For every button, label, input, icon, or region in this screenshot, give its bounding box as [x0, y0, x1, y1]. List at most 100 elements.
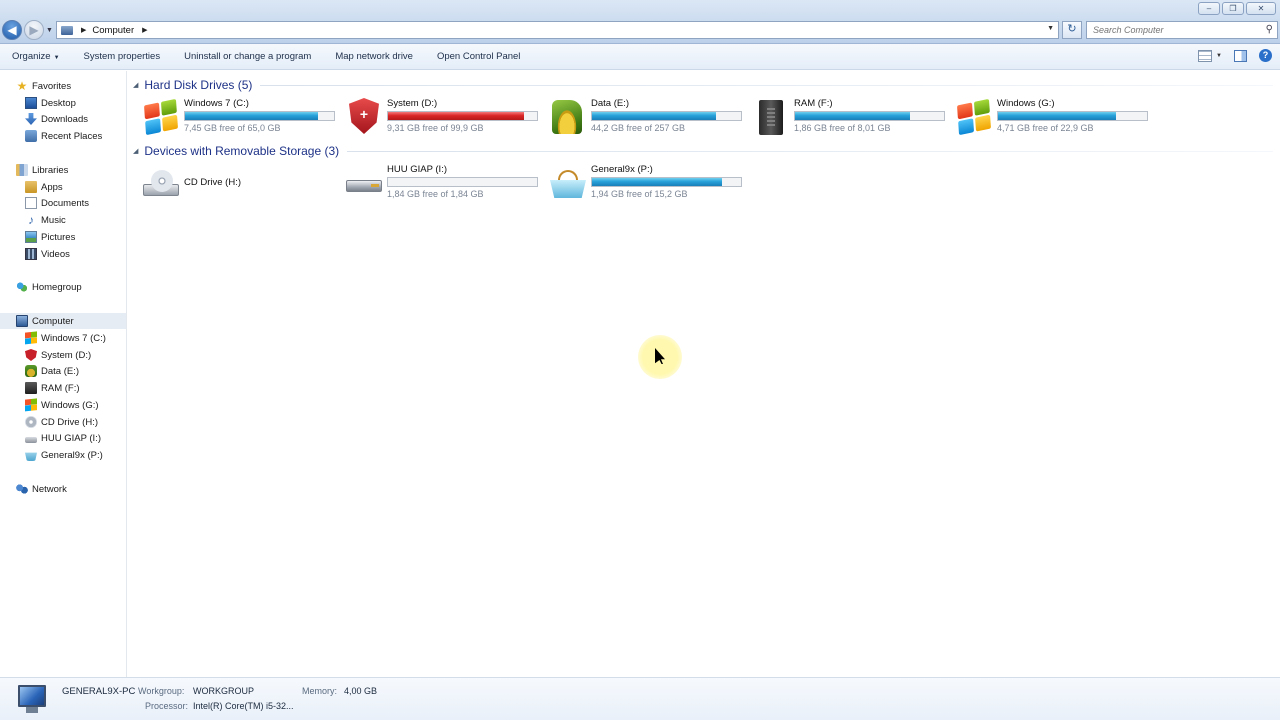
change-view-icon[interactable]: [1198, 49, 1213, 62]
nav-label: Data (E:): [41, 365, 80, 377]
drive-item-g[interactable]: Windows (G:) 4,71 GB free of 22,9 GB: [954, 98, 1154, 138]
nav-favorites[interactable]: ★ Favorites: [16, 78, 71, 94]
address-history-dropdown[interactable]: ▼: [1047, 25, 1054, 32]
group-title: Hard Disk Drives (5): [144, 78, 253, 92]
nav-computer[interactable]: Computer: [0, 313, 126, 329]
recent-pages-dropdown[interactable]: ▼: [46, 27, 53, 34]
breadcrumb-chevron-icon[interactable]: ▶: [142, 26, 147, 34]
computer-monitor-icon: [14, 685, 50, 715]
nav-homegroup[interactable]: Homegroup: [16, 279, 82, 295]
free-space-text: 7,45 GB free of 65,0 GB: [184, 123, 281, 133]
memory-label: Memory:: [302, 686, 338, 696]
nav-drive-e[interactable]: Data (E:): [25, 363, 79, 379]
star-icon: ★: [16, 79, 28, 93]
capacity-fill: [185, 112, 318, 120]
videos-icon: [25, 248, 37, 260]
nav-network[interactable]: Network: [16, 481, 67, 497]
view-options-dropdown[interactable]: ▼: [1216, 53, 1222, 59]
preview-pane-icon[interactable]: [1234, 49, 1247, 62]
back-button[interactable]: ◀: [2, 20, 22, 40]
system-properties-button[interactable]: System properties: [72, 51, 173, 62]
nav-label: CD Drive (H:): [41, 416, 98, 428]
workgroup-label: Workgroup:: [138, 686, 185, 696]
close-button[interactable]: ✕: [1246, 2, 1276, 15]
drive-item-f[interactable]: RAM (F:) 1,86 GB free of 8,01 GB: [751, 98, 951, 138]
nav-drive-g[interactable]: Windows (G:): [25, 397, 99, 413]
nav-drive-f[interactable]: RAM (F:): [25, 380, 80, 396]
drive-item-d[interactable]: + System (D:) 9,31 GB free of 99,9 GB: [344, 98, 544, 138]
basket-drive-icon: [548, 164, 586, 202]
usb-drive-icon: [344, 164, 382, 202]
nav-apps[interactable]: Apps: [25, 179, 63, 195]
windows-logo-icon: [25, 398, 37, 412]
ram-drive-icon: [751, 98, 789, 136]
uninstall-program-button[interactable]: Uninstall or change a program: [172, 51, 323, 62]
minimize-button[interactable]: –: [1198, 2, 1220, 15]
network-icon: [16, 483, 28, 495]
nav-recent-places[interactable]: Recent Places: [25, 128, 102, 144]
nav-drive-h[interactable]: CD Drive (H:): [25, 414, 98, 430]
maximize-button[interactable]: ❐: [1222, 2, 1244, 15]
windows-logo-icon: [954, 98, 992, 136]
group-hard-disk-drives[interactable]: ◢ Hard Disk Drives (5): [133, 78, 1273, 92]
refresh-button[interactable]: ↻: [1062, 21, 1082, 39]
capacity-bar: [794, 111, 945, 121]
nav-label: Network: [32, 483, 67, 495]
search-box[interactable]: ⚲: [1086, 21, 1278, 39]
processor-label: Processor:: [145, 701, 189, 711]
free-space-text: 1,86 GB free of 8,01 GB: [794, 123, 891, 133]
breadcrumb-computer[interactable]: Computer: [92, 25, 134, 36]
drive-item-e[interactable]: Data (E:) 44,2 GB free of 257 GB: [548, 98, 748, 138]
nav-documents[interactable]: Documents: [25, 195, 89, 211]
drive-item-c[interactable]: Windows 7 (C:) 7,45 GB free of 65,0 GB: [141, 98, 341, 138]
nav-drive-p[interactable]: General9x (P:): [25, 447, 103, 463]
drive-name: HUU GIAP (I:): [387, 164, 447, 175]
collapse-triangle-icon[interactable]: ◢: [133, 147, 138, 155]
nav-pictures[interactable]: Pictures: [25, 229, 75, 245]
drive-name: Windows (G:): [997, 98, 1055, 109]
nav-label: Apps: [41, 181, 63, 193]
nav-videos[interactable]: Videos: [25, 246, 70, 262]
open-control-panel-button[interactable]: Open Control Panel: [425, 51, 532, 62]
nav-label: Pictures: [41, 231, 76, 243]
processor-value: Intel(R) Core(TM) i5-32...: [193, 701, 294, 711]
nav-drive-d[interactable]: System (D:): [25, 347, 91, 363]
nav-label: Music: [41, 214, 66, 226]
music-note-icon: ♪: [28, 213, 34, 227]
drive-item-i[interactable]: HUU GIAP (I:) 1,84 GB free of 1,84 GB: [344, 164, 544, 204]
navigation-pane: ★ Favorites Desktop Downloads Recent Plac…: [0, 71, 127, 677]
recent-places-icon: [25, 130, 37, 142]
capacity-bar: [997, 111, 1148, 121]
map-network-drive-button[interactable]: Map network drive: [323, 51, 425, 62]
nav-music[interactable]: ♪ Music: [25, 212, 66, 228]
drive-item-p[interactable]: General9x (P:) 1,94 GB free of 15,2 GB: [548, 164, 748, 204]
nav-drive-c[interactable]: Windows 7 (C:): [25, 330, 106, 346]
breadcrumb-chevron-icon[interactable]: ▶: [81, 26, 86, 34]
windows-logo-icon: [25, 331, 37, 345]
nav-downloads[interactable]: Downloads: [25, 111, 88, 127]
pictures-icon: [25, 231, 37, 243]
search-input[interactable]: [1093, 25, 1253, 35]
nav-label: Windows (G:): [41, 399, 99, 411]
computer-icon: [61, 25, 73, 35]
computer-icon: [16, 315, 28, 327]
help-icon[interactable]: ?: [1259, 49, 1272, 62]
capacity-bar: [591, 177, 742, 187]
red-shield-icon: +: [344, 98, 382, 136]
forward-button[interactable]: ▶: [24, 20, 44, 40]
nav-label: General9x (P:): [41, 449, 103, 461]
drive-item-h[interactable]: CD Drive (H:): [141, 164, 341, 204]
address-bar[interactable]: ▶ Computer ▶ ▼: [56, 21, 1059, 39]
organize-menu[interactable]: Organize ▼: [0, 51, 72, 62]
divider: [347, 150, 1273, 152]
nav-desktop[interactable]: Desktop: [25, 95, 76, 111]
nav-drive-i[interactable]: HUU GIAP (I:): [25, 430, 101, 446]
nav-label: Homegroup: [32, 281, 82, 293]
group-removable-storage[interactable]: ◢ Devices with Removable Storage (3): [133, 144, 1273, 158]
nav-libraries[interactable]: Libraries: [16, 162, 68, 178]
collapse-triangle-icon[interactable]: ◢: [133, 81, 138, 89]
search-icon[interactable]: ⚲: [1266, 24, 1273, 35]
drive-name: CD Drive (H:): [184, 177, 241, 188]
usb-drive-icon: [25, 436, 37, 443]
nav-label: Computer: [32, 315, 74, 327]
